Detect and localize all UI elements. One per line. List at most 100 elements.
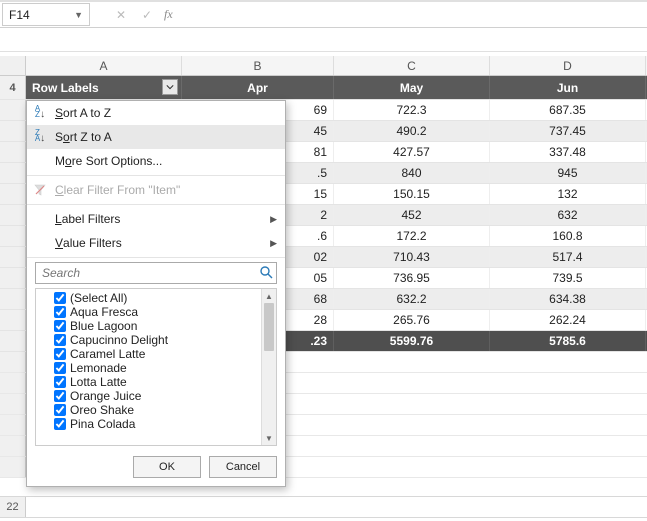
row-number[interactable] bbox=[0, 163, 26, 183]
cell[interactable]: 150.15 bbox=[334, 184, 490, 204]
sort-za-icon: ZA↓ bbox=[31, 130, 49, 144]
row-number[interactable] bbox=[0, 226, 26, 246]
label-filters-item[interactable]: Label Filters ▶ bbox=[27, 207, 285, 231]
checkbox[interactable] bbox=[54, 376, 66, 388]
row-number[interactable]: 4 bbox=[0, 76, 26, 99]
filter-search-input[interactable] bbox=[35, 262, 277, 284]
row-number[interactable] bbox=[0, 331, 26, 351]
filter-dropdown-button[interactable] bbox=[162, 79, 178, 95]
cell[interactable]: 160.8 bbox=[490, 226, 646, 246]
column-header-c[interactable]: C bbox=[334, 56, 490, 75]
row-number[interactable] bbox=[0, 457, 26, 477]
row-number[interactable]: 22 bbox=[0, 497, 26, 517]
filter-item-label: Lemonade bbox=[70, 361, 127, 375]
value-filters-item[interactable]: Value Filters ▶ bbox=[27, 231, 285, 255]
cell[interactable]: 736.95 bbox=[334, 268, 490, 288]
filter-checkbox-item[interactable]: Blue Lagoon bbox=[54, 319, 261, 333]
cell[interactable]: 632 bbox=[490, 205, 646, 225]
checkbox[interactable] bbox=[54, 292, 66, 304]
cell[interactable]: 5785.6 bbox=[490, 331, 646, 351]
row-number[interactable] bbox=[0, 268, 26, 288]
filter-checkbox-item[interactable]: Aqua Fresca bbox=[54, 305, 261, 319]
checkbox[interactable] bbox=[54, 306, 66, 318]
filter-checkbox-item[interactable]: (Select All) bbox=[54, 291, 261, 305]
cell[interactable]: 710.43 bbox=[334, 247, 490, 267]
check-icon: ✓ bbox=[142, 8, 152, 22]
close-icon: ✕ bbox=[116, 8, 126, 22]
sort-descending-item[interactable]: ZA↓ Sort Z to A bbox=[27, 125, 285, 149]
filter-item-label: Orange Juice bbox=[70, 389, 141, 403]
accept-formula-button: ✓ bbox=[135, 3, 159, 27]
checkbox[interactable] bbox=[54, 334, 66, 346]
more-sort-options-item[interactable]: More Sort Options... bbox=[27, 149, 285, 173]
row-number[interactable] bbox=[0, 310, 26, 330]
row-number[interactable] bbox=[0, 100, 26, 120]
cell[interactable]: 945 bbox=[490, 163, 646, 183]
row-number[interactable] bbox=[0, 394, 26, 414]
cell[interactable]: 262.24 bbox=[490, 310, 646, 330]
pivot-header-row: 4 Row Labels Apr May Jun bbox=[0, 76, 647, 100]
row-number[interactable] bbox=[0, 184, 26, 204]
cell[interactable]: 132 bbox=[490, 184, 646, 204]
checkbox[interactable] bbox=[54, 320, 66, 332]
header-apr[interactable]: Apr bbox=[182, 76, 334, 99]
filter-checkbox-item[interactable]: Orange Juice bbox=[54, 389, 261, 403]
cell[interactable]: 517.4 bbox=[490, 247, 646, 267]
filter-item-label: (Select All) bbox=[70, 291, 127, 305]
scrollbar[interactable]: ▲ ▼ bbox=[261, 289, 276, 445]
search-icon[interactable] bbox=[259, 265, 273, 282]
cell[interactable]: 265.76 bbox=[334, 310, 490, 330]
chevron-down-icon: ▼ bbox=[74, 10, 83, 20]
header-may[interactable]: May bbox=[334, 76, 490, 99]
filter-checkbox-item[interactable]: Oreo Shake bbox=[54, 403, 261, 417]
row-number[interactable] bbox=[0, 436, 26, 456]
row-number[interactable] bbox=[0, 205, 26, 225]
cell[interactable]: 632.2 bbox=[334, 289, 490, 309]
filter-checkbox-item[interactable]: Lotta Latte bbox=[54, 375, 261, 389]
filter-checkbox-item[interactable]: Caramel Latte bbox=[54, 347, 261, 361]
filter-item-label: Oreo Shake bbox=[70, 403, 134, 417]
row-number[interactable] bbox=[0, 289, 26, 309]
name-box[interactable]: F14 ▼ bbox=[2, 3, 90, 26]
cell[interactable]: 172.2 bbox=[334, 226, 490, 246]
column-header-b[interactable]: B bbox=[182, 56, 334, 75]
cell[interactable]: 840 bbox=[334, 163, 490, 183]
checkbox[interactable] bbox=[54, 390, 66, 402]
row-labels-header[interactable]: Row Labels bbox=[26, 76, 182, 99]
column-header-a[interactable]: A bbox=[26, 56, 182, 75]
cancel-button[interactable]: Cancel bbox=[209, 456, 277, 478]
scroll-up-icon[interactable]: ▲ bbox=[262, 289, 276, 303]
checkbox[interactable] bbox=[54, 362, 66, 374]
clear-filter-icon bbox=[31, 183, 49, 197]
cell[interactable]: 739.5 bbox=[490, 268, 646, 288]
cell[interactable]: 427.57 bbox=[334, 142, 490, 162]
checkbox[interactable] bbox=[54, 348, 66, 360]
checkbox[interactable] bbox=[54, 404, 66, 416]
row-number[interactable] bbox=[0, 352, 26, 372]
cell[interactable]: 687.35 bbox=[490, 100, 646, 120]
cell[interactable]: 722.3 bbox=[334, 100, 490, 120]
fx-label[interactable]: fx bbox=[164, 7, 173, 22]
filter-item-label: Capucinno Delight bbox=[70, 333, 168, 347]
row-number[interactable] bbox=[0, 142, 26, 162]
header-jun[interactable]: Jun bbox=[490, 76, 646, 99]
filter-checkbox-item[interactable]: Pina Colada bbox=[54, 417, 261, 431]
row-number[interactable] bbox=[0, 373, 26, 393]
cell[interactable]: 634.38 bbox=[490, 289, 646, 309]
scroll-thumb[interactable] bbox=[264, 303, 274, 351]
cell[interactable]: 737.45 bbox=[490, 121, 646, 141]
cell[interactable]: 452 bbox=[334, 205, 490, 225]
filter-checkbox-item[interactable]: Capucinno Delight bbox=[54, 333, 261, 347]
scroll-down-icon[interactable]: ▼ bbox=[262, 431, 276, 445]
row-number[interactable] bbox=[0, 121, 26, 141]
row-number[interactable] bbox=[0, 247, 26, 267]
cell[interactable]: 337.48 bbox=[490, 142, 646, 162]
cell[interactable]: 5599.76 bbox=[334, 331, 490, 351]
column-header-d[interactable]: D bbox=[490, 56, 646, 75]
cell[interactable]: 490.2 bbox=[334, 121, 490, 141]
filter-checkbox-item[interactable]: Lemonade bbox=[54, 361, 261, 375]
checkbox[interactable] bbox=[54, 418, 66, 430]
ok-button[interactable]: OK bbox=[133, 456, 201, 478]
row-number[interactable] bbox=[0, 415, 26, 435]
sort-ascending-item[interactable]: AZ↓ Sort A to Z bbox=[27, 101, 285, 125]
